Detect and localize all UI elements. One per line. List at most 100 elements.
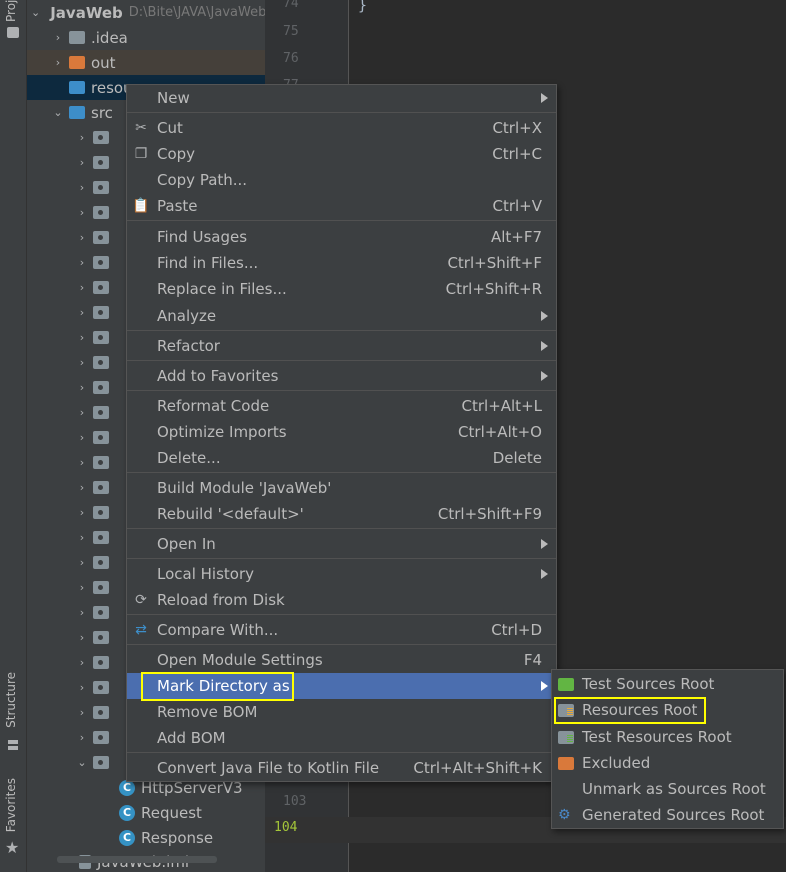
menu-item-reload-from-disk[interactable]: ⟳ Reload from Disk [127, 587, 556, 613]
menu-item-open-in[interactable]: Open In [127, 531, 556, 557]
chevron-right-icon[interactable]: › [75, 631, 89, 644]
line-number: 76 [283, 51, 299, 66]
tree-root-row[interactable]: ⌄ JavaWeb D:\Bite\JAVA\JavaWeb [27, 0, 265, 25]
menu-item-shortcut: Ctrl+Shift+F [447, 254, 542, 272]
tree-class-row[interactable]: C Request [27, 800, 265, 825]
chevron-right-icon[interactable]: › [75, 606, 89, 619]
chevron-right-icon[interactable]: › [75, 731, 89, 744]
menu-item-delete[interactable]: Delete... Delete [127, 445, 556, 471]
tree-class-label: Response [141, 828, 214, 847]
chevron-right-icon[interactable]: › [75, 706, 89, 719]
chevron-right-icon[interactable]: › [75, 531, 89, 544]
menu-item-label: Reload from Disk [157, 591, 285, 609]
submenu-arrow-icon [541, 93, 548, 103]
menu-item-shortcut: Ctrl+Alt+Shift+K [413, 759, 542, 777]
folder-icon [69, 31, 85, 44]
test-sources-root-icon [558, 677, 574, 691]
chevron-right-icon[interactable]: › [75, 231, 89, 244]
chevron-right-icon[interactable]: › [75, 381, 89, 394]
menu-item-add-to-favorites[interactable]: Add to Favorites [127, 363, 556, 389]
submenu-item-excluded[interactable]: Excluded [552, 750, 783, 776]
chevron-right-icon[interactable]: › [51, 56, 65, 69]
submenu-item-label: Generated Sources Root [582, 806, 765, 824]
menu-item-compare-with[interactable]: ⇄ Compare With... Ctrl+D [127, 617, 556, 643]
menu-item-paste[interactable]: 📋 Paste Ctrl+V [127, 193, 556, 219]
chevron-right-icon[interactable]: › [75, 431, 89, 444]
package-icon [93, 481, 109, 494]
chevron-down-icon[interactable]: ⌄ [51, 106, 65, 119]
chevron-right-icon[interactable]: › [75, 281, 89, 294]
menu-item-refactor[interactable]: Refactor [127, 333, 556, 359]
package-icon [93, 506, 109, 519]
mark-directory-submenu[interactable]: Test Sources Root Resources Root Test Re… [551, 669, 784, 829]
chevron-right-icon[interactable]: › [75, 581, 89, 594]
package-icon [93, 731, 109, 744]
tree-item-label: src [91, 103, 113, 122]
class-icon: C [119, 804, 135, 821]
package-icon [93, 631, 109, 644]
package-icon [93, 756, 109, 769]
menu-item-optimize-imports[interactable]: Optimize Imports Ctrl+Alt+O [127, 419, 556, 445]
menu-item-local-history[interactable]: Local History [127, 561, 556, 587]
tree-class-label: Request [141, 803, 202, 822]
chevron-down-icon[interactable]: ⌄ [31, 6, 40, 19]
structure-tool-tab[interactable]: Structure [4, 672, 18, 728]
chevron-right-icon[interactable]: › [75, 181, 89, 194]
menu-item-reformat-code[interactable]: Reformat Code Ctrl+Alt+L [127, 393, 556, 419]
chevron-right-icon[interactable]: › [75, 681, 89, 694]
chevron-right-icon[interactable]: › [75, 156, 89, 169]
menu-item-copy-path[interactable]: Copy Path... [127, 167, 556, 193]
tree-horizontal-scrollbar[interactable] [57, 856, 217, 863]
tree-item-out[interactable]: › out [27, 50, 265, 75]
chevron-right-icon[interactable]: › [75, 331, 89, 344]
menu-item-replace-in-files[interactable]: Replace in Files... Ctrl+Shift+R [127, 276, 556, 302]
submenu-item-unmark[interactable]: Unmark as Sources Root [552, 776, 783, 802]
package-icon [93, 256, 109, 269]
chevron-right-icon[interactable]: › [75, 506, 89, 519]
submenu-item-test-sources-root[interactable]: Test Sources Root [552, 671, 783, 697]
chevron-right-icon[interactable]: › [75, 206, 89, 219]
chevron-right-icon[interactable]: › [75, 406, 89, 419]
reload-icon: ⟳ [135, 592, 147, 608]
chevron-right-icon[interactable]: › [75, 456, 89, 469]
highlight-box [141, 672, 294, 701]
clipboard-icon: 📋 [132, 198, 150, 214]
favorites-tool-tab[interactable]: Favorites [4, 778, 18, 832]
star-icon: ★ [5, 838, 20, 857]
chevron-right-icon[interactable]: › [75, 256, 89, 269]
menu-item-find-in-files[interactable]: Find in Files... Ctrl+Shift+F [127, 250, 556, 276]
chevron-right-icon[interactable]: › [51, 31, 65, 44]
menu-item-analyze[interactable]: Analyze [127, 303, 556, 329]
package-icon [93, 131, 109, 144]
menu-item-remove-bom[interactable]: Remove BOM [127, 699, 556, 725]
menu-item-add-bom[interactable]: Add BOM [127, 725, 556, 751]
menu-item-build-module[interactable]: Build Module 'JavaWeb' [127, 475, 556, 501]
submenu-item-test-resources-root[interactable]: Test Resources Root [552, 724, 783, 750]
tree-class-row[interactable]: C Response [27, 825, 265, 850]
chevron-right-icon[interactable]: › [75, 556, 89, 569]
chevron-right-icon[interactable]: › [75, 656, 89, 669]
line-number: 75 [283, 24, 299, 39]
code-text: } [358, 0, 368, 14]
menu-item-new[interactable]: New [127, 85, 556, 111]
menu-item-shortcut: Ctrl+V [492, 197, 542, 215]
menu-item-label: Find Usages [157, 228, 248, 246]
menu-item-rebuild[interactable]: Rebuild '<default>' Ctrl+Shift+F9 [127, 501, 556, 527]
line-number: 74 [283, 0, 299, 11]
menu-item-cut[interactable]: ✂ Cut Ctrl+X [127, 115, 556, 141]
package-icon [93, 381, 109, 394]
tree-item-idea[interactable]: › .idea [27, 25, 265, 50]
submenu-arrow-icon [541, 341, 548, 351]
chevron-right-icon[interactable]: › [75, 306, 89, 319]
submenu-item-generated-sources-root[interactable]: ⚙ Generated Sources Root [552, 802, 783, 828]
chevron-right-icon[interactable]: › [75, 131, 89, 144]
project-tool-tab[interactable]: Project [4, 0, 18, 22]
menu-item-find-usages[interactable]: Find Usages Alt+F7 [127, 224, 556, 250]
menu-item-copy[interactable]: ❐ Copy Ctrl+C [127, 141, 556, 167]
scissors-icon: ✂ [135, 120, 147, 136]
menu-item-convert-to-kotlin[interactable]: Convert Java File to Kotlin File Ctrl+Al… [127, 755, 556, 781]
chevron-right-icon[interactable]: › [75, 481, 89, 494]
chevron-right-icon[interactable]: › [75, 356, 89, 369]
menu-item-open-module-settings[interactable]: Open Module Settings F4 [127, 647, 556, 673]
chevron-down-icon[interactable]: ⌄ [75, 756, 89, 769]
